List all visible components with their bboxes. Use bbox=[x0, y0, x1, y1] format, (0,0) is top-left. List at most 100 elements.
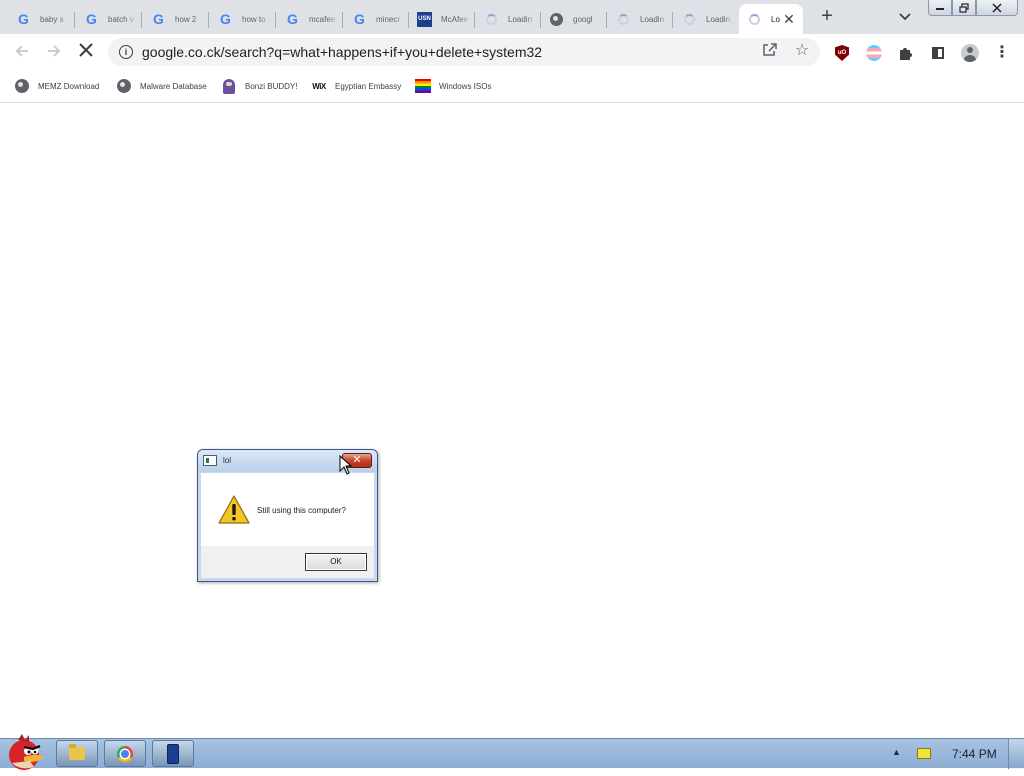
mouse-cursor-icon bbox=[339, 455, 353, 475]
ok-button[interactable]: OK bbox=[305, 553, 367, 571]
tab[interactable]: G mcafee bbox=[276, 4, 343, 34]
share-icon[interactable] bbox=[761, 43, 779, 61]
tab[interactable]: USN McAfee bbox=[409, 4, 475, 34]
warning-icon bbox=[218, 495, 250, 524]
loading-spinner-icon bbox=[749, 13, 760, 25]
tab-title: how to bbox=[242, 14, 266, 24]
globe-icon bbox=[15, 79, 29, 93]
app-window-icon bbox=[203, 455, 217, 466]
extensions-menu-button[interactable] bbox=[896, 43, 916, 63]
bookmark-label: Malware Database bbox=[140, 81, 207, 91]
tab-title: googl bbox=[573, 14, 593, 24]
tab[interactable]: G minecr bbox=[343, 4, 409, 34]
tab[interactable]: Loadin bbox=[673, 4, 737, 34]
loading-spinner-icon bbox=[486, 13, 497, 25]
tab-title: mcafee bbox=[309, 14, 336, 24]
tab-title: baby s bbox=[40, 14, 64, 24]
google-g-icon: G bbox=[86, 10, 97, 27]
bookmark-label: Bonzi BUDDY! bbox=[245, 81, 298, 91]
bookmark-label: Windows ISOs bbox=[439, 81, 492, 91]
google-g-icon: G bbox=[287, 10, 298, 27]
menu-button[interactable]: ⋮ bbox=[992, 43, 1012, 63]
site-info-icon[interactable]: i bbox=[119, 45, 133, 59]
bookmark-bonzi-buddy[interactable]: Bonzi BUDDY! bbox=[221, 77, 297, 95]
dialog-message: Still using this computer? bbox=[257, 506, 346, 515]
tab-strip: G baby s G batch v G how 2 G how to G mc… bbox=[0, 0, 1024, 34]
window-controls bbox=[928, 0, 1018, 17]
dialog-body: Still using this computer? bbox=[201, 473, 374, 546]
taskbar-clock[interactable]: 7:44 PM bbox=[952, 747, 997, 761]
tab-title: McAfee bbox=[441, 14, 469, 24]
wix-icon: WiX bbox=[312, 81, 326, 91]
taskbar: ▲ 7:44 PM bbox=[0, 734, 1024, 770]
usn-icon: USN bbox=[417, 11, 432, 27]
tray-notification-icon[interactable] bbox=[917, 748, 931, 759]
bookmark-star-icon[interactable]: ☆ bbox=[793, 42, 811, 60]
tab[interactable]: Loadin bbox=[607, 4, 673, 34]
restore-icon bbox=[959, 2, 969, 13]
tab[interactable]: googl bbox=[541, 4, 607, 34]
arrow-right-icon bbox=[48, 45, 61, 57]
tab-title: how 2 bbox=[175, 14, 197, 24]
bookmark-windows-isos[interactable]: Windows ISOs bbox=[415, 77, 491, 95]
restore-button[interactable] bbox=[952, 0, 976, 16]
stop-icon bbox=[79, 43, 93, 57]
browser-toolbar: i google.co.ck/search?q=what+happens+if+… bbox=[0, 34, 1024, 71]
extension-button[interactable] bbox=[864, 43, 884, 63]
google-g-icon: G bbox=[220, 10, 231, 27]
tab[interactable]: Loadin bbox=[475, 4, 541, 34]
side-panel-button[interactable] bbox=[928, 43, 948, 63]
page-content bbox=[0, 103, 1024, 738]
tab-active[interactable]: Lo ✕ bbox=[739, 4, 803, 34]
tab-search-button[interactable] bbox=[896, 8, 914, 26]
loading-spinner-icon bbox=[684, 13, 695, 25]
start-button[interactable] bbox=[0, 731, 50, 771]
bookmark-malware-database[interactable]: Malware Database bbox=[116, 77, 207, 95]
close-window-button[interactable] bbox=[976, 0, 1018, 16]
bookmark-label: Egyptian Embassy bbox=[335, 81, 402, 91]
minimize-button[interactable] bbox=[928, 0, 952, 16]
show-hidden-icons-button[interactable]: ▲ bbox=[892, 747, 901, 757]
bookmark-memz-download[interactable]: MEMZ Download bbox=[14, 77, 99, 95]
side-panel-icon bbox=[932, 47, 944, 59]
back-button[interactable] bbox=[11, 42, 33, 64]
tab-title: minecr bbox=[376, 14, 401, 24]
bonzi-icon bbox=[223, 78, 235, 94]
chrome-icon bbox=[117, 745, 133, 762]
minimize-icon bbox=[936, 7, 944, 10]
ublock-icon: uO bbox=[835, 45, 849, 61]
profile-icon bbox=[961, 44, 979, 62]
chevron-down-icon bbox=[899, 13, 911, 21]
show-desktop-button[interactable] bbox=[1008, 739, 1024, 769]
tab[interactable]: G how to bbox=[209, 4, 276, 34]
globe-icon bbox=[117, 79, 131, 93]
taskbar-file-explorer[interactable] bbox=[56, 740, 98, 767]
forward-button[interactable] bbox=[43, 42, 65, 64]
google-g-icon: G bbox=[354, 10, 365, 27]
close-icon bbox=[992, 2, 1002, 13]
profile-button[interactable] bbox=[960, 43, 980, 63]
tab[interactable]: G batch v bbox=[75, 4, 142, 34]
ublock-extension-button[interactable]: uO bbox=[832, 43, 852, 63]
address-url[interactable]: google.co.ck/search?q=what+happens+if+yo… bbox=[142, 44, 542, 60]
dialog-title: lol bbox=[223, 456, 232, 465]
bookmark-egyptian-embassy[interactable]: WiX Egyptian Embassy bbox=[311, 77, 401, 95]
tab-title: Loadin bbox=[706, 14, 731, 24]
globe-icon bbox=[550, 12, 563, 26]
tab-title: Loadin bbox=[508, 14, 533, 24]
kebab-menu-icon: ⋮ bbox=[994, 44, 1010, 61]
close-tab-icon[interactable]: ✕ bbox=[782, 12, 796, 26]
tab[interactable]: G baby s bbox=[0, 4, 75, 34]
address-bar[interactable]: i google.co.ck/search?q=what+happens+if+… bbox=[108, 38, 820, 66]
puzzle-icon bbox=[900, 48, 912, 60]
angry-bird-start-icon bbox=[9, 734, 44, 770]
tab[interactable]: G how 2 bbox=[142, 4, 209, 34]
rainbow-flag-icon bbox=[415, 79, 431, 93]
pride-flag-icon bbox=[866, 45, 882, 61]
new-tab-button[interactable]: + bbox=[816, 5, 838, 27]
stop-loading-button[interactable] bbox=[75, 42, 97, 64]
arrow-left-icon bbox=[15, 45, 28, 57]
bookmarks-bar: MEMZ Download Malware Database Bonzi BUD… bbox=[0, 71, 1024, 103]
taskbar-chrome[interactable] bbox=[104, 740, 146, 767]
taskbar-app[interactable] bbox=[152, 740, 194, 767]
